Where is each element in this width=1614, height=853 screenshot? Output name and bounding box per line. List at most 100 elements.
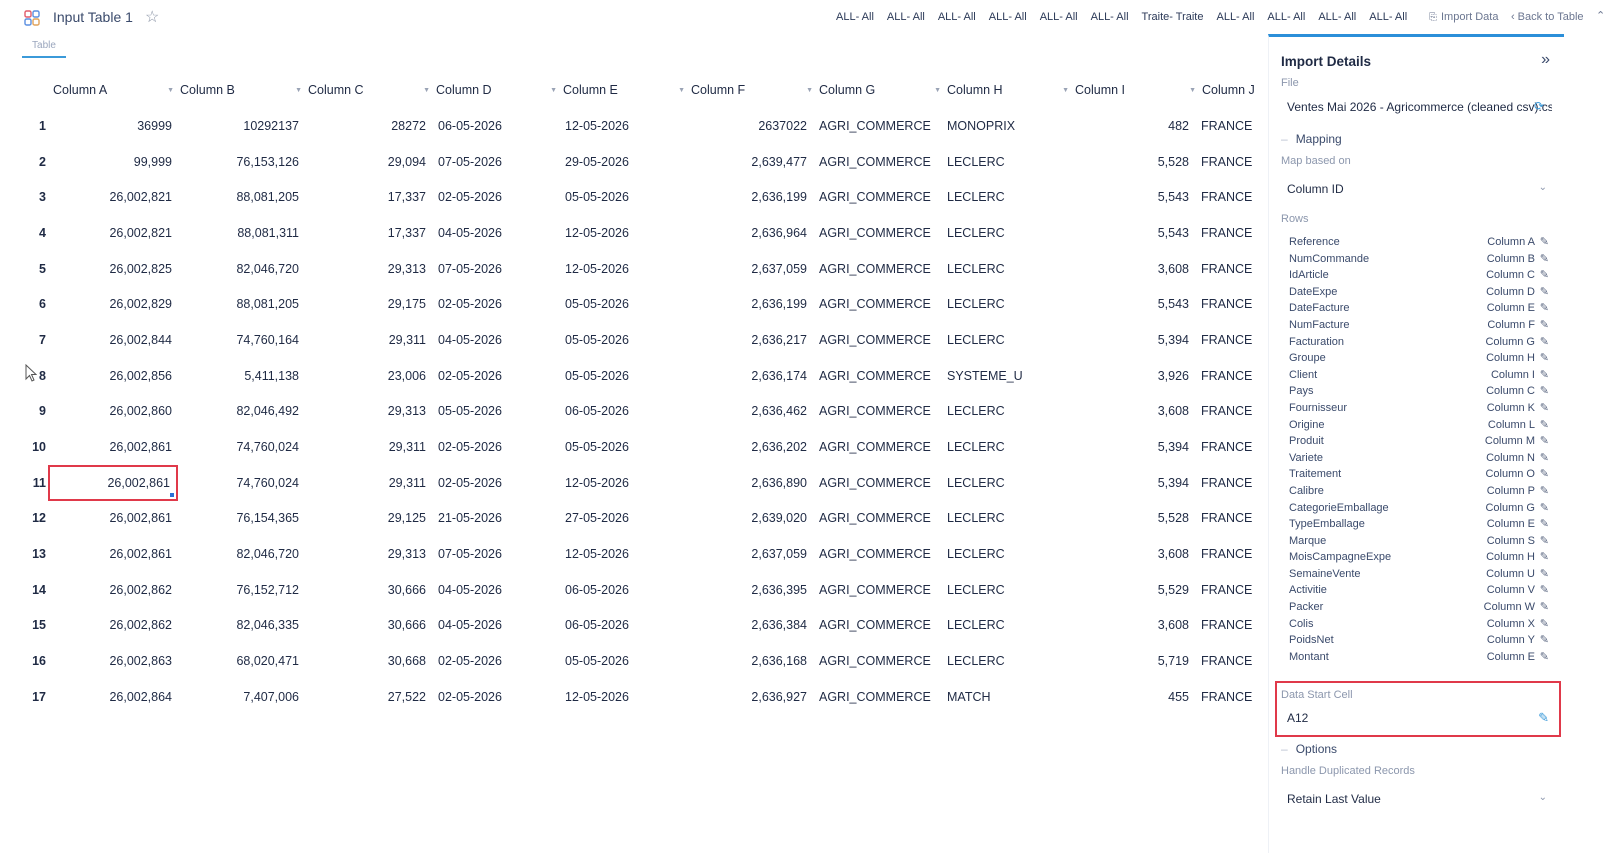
table-cell[interactable]: 2,636,964 bbox=[686, 215, 813, 251]
table-cell[interactable]: AGRI_COMMERCE bbox=[813, 608, 941, 644]
table-cell[interactable]: 26,002,862 bbox=[48, 572, 178, 608]
edit-pencil-icon[interactable]: ✎ bbox=[1540, 384, 1549, 397]
sort-caret-icon[interactable]: ▼ bbox=[934, 87, 941, 94]
table-cell[interactable]: SYSTEME_U bbox=[941, 358, 1069, 394]
table-cell[interactable]: 2,637,059 bbox=[686, 251, 813, 287]
table-cell[interactable]: AGRI_COMMERCE bbox=[813, 251, 941, 287]
table-cell[interactable]: AGRI_COMMERCE bbox=[813, 501, 941, 537]
table-cell[interactable]: AGRI_COMMERCE bbox=[813, 358, 941, 394]
column-header[interactable]: Column E ▼ bbox=[563, 72, 691, 108]
filter-chip[interactable]: ALL- All bbox=[1040, 11, 1078, 23]
table-cell[interactable]: 26,002,821 bbox=[48, 179, 178, 215]
table-cell[interactable]: 88,081,311 bbox=[178, 215, 305, 251]
table-cell[interactable]: AGRI_COMMERCE bbox=[813, 322, 941, 358]
edit-pencil-icon[interactable]: ✎ bbox=[1540, 318, 1549, 331]
table-cell[interactable]: LECLERC bbox=[941, 215, 1069, 251]
table-cell[interactable]: 88,081,205 bbox=[178, 179, 305, 215]
edit-pencil-icon[interactable]: ✎ bbox=[1540, 451, 1549, 464]
sort-caret-icon[interactable]: ▼ bbox=[1189, 87, 1196, 94]
table-cell[interactable]: 29,313 bbox=[305, 536, 432, 572]
table-cell[interactable]: 2,636,890 bbox=[686, 465, 813, 501]
table-cell[interactable]: 06-05-2026 bbox=[559, 608, 686, 644]
filter-chip[interactable]: ALL- All bbox=[1267, 11, 1305, 23]
table-cell[interactable]: 29-05-2026 bbox=[559, 144, 686, 180]
table-cell[interactable]: LECLERC bbox=[941, 572, 1069, 608]
table-cell[interactable]: 2,637,059 bbox=[686, 536, 813, 572]
table-cell[interactable]: 2,636,174 bbox=[686, 358, 813, 394]
table-cell[interactable]: 82,046,720 bbox=[178, 536, 305, 572]
table-cell[interactable]: 28272 bbox=[305, 108, 432, 144]
column-header[interactable]: Column B ▼ bbox=[180, 72, 308, 108]
edit-pencil-icon[interactable]: ✎ bbox=[1540, 567, 1549, 580]
edit-pencil-icon[interactable]: ✎ bbox=[1540, 268, 1549, 281]
table-cell[interactable]: 76,153,126 bbox=[178, 144, 305, 180]
table-cell[interactable]: LECLERC bbox=[941, 536, 1069, 572]
table-cell[interactable]: 74,760,024 bbox=[178, 429, 305, 465]
table-cell[interactable]: 29,175 bbox=[305, 286, 432, 322]
filter-chip[interactable]: ALL- All bbox=[938, 11, 976, 23]
table-cell[interactable]: 26,002,861 bbox=[48, 429, 178, 465]
table-cell[interactable]: 5,411,138 bbox=[178, 358, 305, 394]
column-header[interactable]: Column H ▼ bbox=[947, 72, 1075, 108]
sort-caret-icon[interactable]: ▼ bbox=[423, 87, 430, 94]
edit-pencil-icon[interactable]: ✎ bbox=[1540, 600, 1549, 613]
table-cell[interactable]: 26,002,825 bbox=[48, 251, 178, 287]
table-cell[interactable]: 88,081,205 bbox=[178, 286, 305, 322]
table-cell[interactable]: AGRI_COMMERCE bbox=[813, 394, 941, 430]
table-cell[interactable]: 12-05-2026 bbox=[559, 465, 686, 501]
options-section-toggle[interactable]: – Options bbox=[1281, 742, 1337, 756]
table-cell[interactable]: 99,999 bbox=[48, 144, 178, 180]
table-cell[interactable]: 82,046,335 bbox=[178, 608, 305, 644]
table-cell[interactable]: 7,407,006 bbox=[178, 679, 305, 715]
table-cell[interactable]: 5,528 bbox=[1069, 144, 1195, 180]
table-cell[interactable]: 23,006 bbox=[305, 358, 432, 394]
table-cell[interactable]: 12-05-2026 bbox=[559, 679, 686, 715]
table-cell[interactable]: 27,522 bbox=[305, 679, 432, 715]
table-cell[interactable]: MONOPRIX bbox=[941, 108, 1069, 144]
table-cell[interactable]: 05-05-2026 bbox=[559, 179, 686, 215]
table-cell[interactable]: 5,394 bbox=[1069, 465, 1195, 501]
table-cell[interactable]: 06-05-2026 bbox=[432, 108, 559, 144]
table-cell[interactable]: 3,608 bbox=[1069, 251, 1195, 287]
column-header[interactable]: Column G ▼ bbox=[819, 72, 947, 108]
table-cell[interactable]: 02-05-2026 bbox=[432, 429, 559, 465]
table-cell[interactable]: 29,094 bbox=[305, 144, 432, 180]
table-cell[interactable]: 5,394 bbox=[1069, 322, 1195, 358]
table-cell[interactable]: 29,313 bbox=[305, 251, 432, 287]
table-cell[interactable]: 36999 bbox=[48, 108, 178, 144]
table-cell[interactable]: AGRI_COMMERCE bbox=[813, 286, 941, 322]
table-cell[interactable]: 2,636,395 bbox=[686, 572, 813, 608]
table-cell[interactable]: 26,002,829 bbox=[48, 286, 178, 322]
table-cell[interactable]: 3,608 bbox=[1069, 608, 1195, 644]
table-cell[interactable]: 2,636,168 bbox=[686, 643, 813, 679]
table-cell[interactable]: LECLERC bbox=[941, 394, 1069, 430]
table-cell[interactable]: LECLERC bbox=[941, 643, 1069, 679]
favorite-star-icon[interactable]: ☆ bbox=[145, 7, 159, 27]
table-cell[interactable]: 12-05-2026 bbox=[559, 251, 686, 287]
table-cell[interactable]: 5,543 bbox=[1069, 179, 1195, 215]
table-cell[interactable]: 26,002,844 bbox=[48, 322, 178, 358]
table-cell[interactable]: 2,636,217 bbox=[686, 322, 813, 358]
table-cell[interactable]: 5,543 bbox=[1069, 215, 1195, 251]
filter-chip[interactable]: ALL- All bbox=[1318, 11, 1356, 23]
table-cell[interactable]: 30,666 bbox=[305, 608, 432, 644]
table-cell[interactable]: 82,046,720 bbox=[178, 251, 305, 287]
data-start-cell-field[interactable]: Data Start Cell A12 ✎ bbox=[1275, 681, 1561, 737]
table-cell[interactable]: AGRI_COMMERCE bbox=[813, 429, 941, 465]
table-cell[interactable]: 02-05-2026 bbox=[432, 286, 559, 322]
table-cell[interactable]: 04-05-2026 bbox=[432, 215, 559, 251]
table-cell[interactable]: 26,002,863 bbox=[48, 643, 178, 679]
table-cell[interactable]: LECLERC bbox=[941, 251, 1069, 287]
filter-chip[interactable]: ALL- All bbox=[1216, 11, 1254, 23]
table-cell[interactable]: 2,639,020 bbox=[686, 501, 813, 537]
table-cell[interactable]: 06-05-2026 bbox=[559, 394, 686, 430]
table-cell[interactable]: 29,311 bbox=[305, 465, 432, 501]
table-cell[interactable]: 17,337 bbox=[305, 179, 432, 215]
edit-pencil-icon[interactable]: ✎ bbox=[1540, 368, 1549, 381]
filter-chip[interactable]: ALL- All bbox=[836, 11, 874, 23]
table-cell[interactable]: 29,311 bbox=[305, 322, 432, 358]
table-cell[interactable]: 2637022 bbox=[686, 108, 813, 144]
table-cell[interactable]: AGRI_COMMERCE bbox=[813, 465, 941, 501]
filter-chip[interactable]: ALL- All bbox=[1369, 11, 1407, 23]
table-cell[interactable]: 05-05-2026 bbox=[559, 429, 686, 465]
